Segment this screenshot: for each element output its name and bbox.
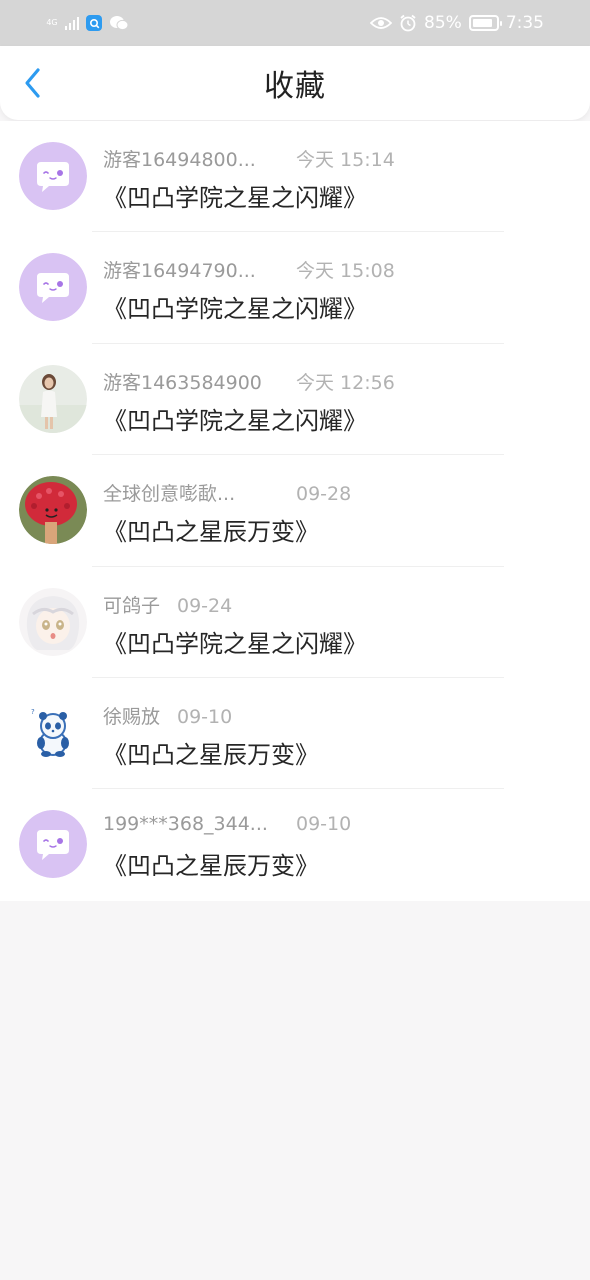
timestamp: 09-24 xyxy=(177,594,233,617)
item-meta: 全球创意嘭歃... 09-28 xyxy=(103,479,351,506)
chat-bubble-avatar[interactable] xyxy=(19,253,87,322)
book-title[interactable]: 《凹凸之星辰万变》 xyxy=(103,846,319,881)
signal-icon xyxy=(65,16,79,30)
back-button[interactable] xyxy=(16,66,50,100)
wechat-icon xyxy=(109,15,129,31)
book-title[interactable]: 《凹凸之星辰万变》 xyxy=(103,735,319,770)
item-meta: 徐赐放 09-10 xyxy=(103,702,232,729)
item-meta: 游客1463584900 今天 12:56 xyxy=(103,368,395,395)
status-left: 4G xyxy=(46,15,129,31)
list-item[interactable]: ? 徐赐放 09-10 《凹凸之星辰万变》 xyxy=(0,678,590,790)
page-title: 收藏 xyxy=(264,69,326,104)
girl-photo-avatar[interactable] xyxy=(19,364,87,433)
book-title[interactable]: 《凹凸学院之星之闪耀》 xyxy=(103,289,367,324)
book-title[interactable]: 《凹凸学院之星之闪耀》 xyxy=(103,401,367,436)
raspberry-avatar[interactable] xyxy=(19,476,87,545)
username[interactable]: 游客16494800... xyxy=(103,145,256,172)
anime-girl-avatar[interactable] xyxy=(19,587,87,656)
timestamp: 今天 12:56 xyxy=(296,371,395,394)
book-title[interactable]: 《凹凸学院之星之闪耀》 xyxy=(103,624,367,659)
book-title[interactable]: 《凹凸之星辰万变》 xyxy=(103,512,319,547)
svg-text:?: ? xyxy=(31,708,35,716)
username[interactable]: 可鸽子 xyxy=(103,591,160,618)
panda-avatar[interactable]: ? xyxy=(19,698,87,767)
list-item[interactable]: 游客16494790... 今天 15:08 《凹凸学院之星之闪耀》 xyxy=(0,232,590,344)
list-item[interactable]: 199***368_344... 09-10 《凹凸之星辰万变》 xyxy=(0,789,590,900)
item-meta: 游客16494790... 今天 15:08 xyxy=(103,256,395,283)
status-right: 85% 7:35 xyxy=(370,13,544,33)
item-meta: 可鸽子 09-24 xyxy=(103,591,232,618)
chat-bubble-avatar[interactable] xyxy=(19,810,87,879)
favorites-list: 游客16494800... 今天 15:14 《凹凸学院之星之闪耀》 游客164947… xyxy=(0,121,590,901)
timestamp: 今天 15:08 xyxy=(296,260,395,283)
list-item[interactable]: 可鸽子 09-24 《凹凸学院之星之闪耀》 xyxy=(0,567,590,678)
battery-icon xyxy=(468,15,502,31)
header-bar: 收藏 xyxy=(0,46,590,120)
alarm-icon xyxy=(399,14,417,32)
username[interactable]: 徐赐放 xyxy=(103,702,160,729)
list-item[interactable]: 游客1463584900 今天 12:56 《凹凸学院之星之闪耀》 xyxy=(0,344,590,456)
item-meta: 游客16494800... 今天 15:14 xyxy=(103,145,395,172)
network-label: 4G xyxy=(46,18,58,27)
timestamp: 09-28 xyxy=(296,483,352,506)
timestamp: 09-10 xyxy=(296,813,352,836)
username[interactable]: 199***368_344... xyxy=(103,813,268,835)
username[interactable]: 全球创意嘭歃... xyxy=(103,479,235,506)
battery-percent: 85% xyxy=(424,13,462,33)
username[interactable]: 游客16494790... xyxy=(103,256,256,283)
timestamp: 今天 15:14 xyxy=(296,149,395,171)
item-meta: 199***368_344... 09-10 xyxy=(103,813,351,835)
list-item[interactable]: 全球创意嘭歃... 09-28 《凹凸之星辰万变》 xyxy=(0,455,590,567)
book-title[interactable]: 《凹凸学院之星之闪耀》 xyxy=(103,178,367,213)
chevron-left-icon xyxy=(25,68,40,98)
list-item[interactable]: 游客16494800... 今天 15:14 《凹凸学院之星之闪耀》 xyxy=(0,121,590,233)
app-badge-icon xyxy=(86,15,102,31)
chat-bubble-avatar[interactable] xyxy=(19,142,87,210)
username[interactable]: 游客1463584900 xyxy=(103,368,262,395)
eye-icon xyxy=(370,16,393,30)
battery-fill xyxy=(472,19,492,27)
status-bar: 4G 85% 7:35 xyxy=(0,0,590,46)
timestamp: 09-10 xyxy=(177,705,233,728)
clock: 7:35 xyxy=(505,13,544,33)
